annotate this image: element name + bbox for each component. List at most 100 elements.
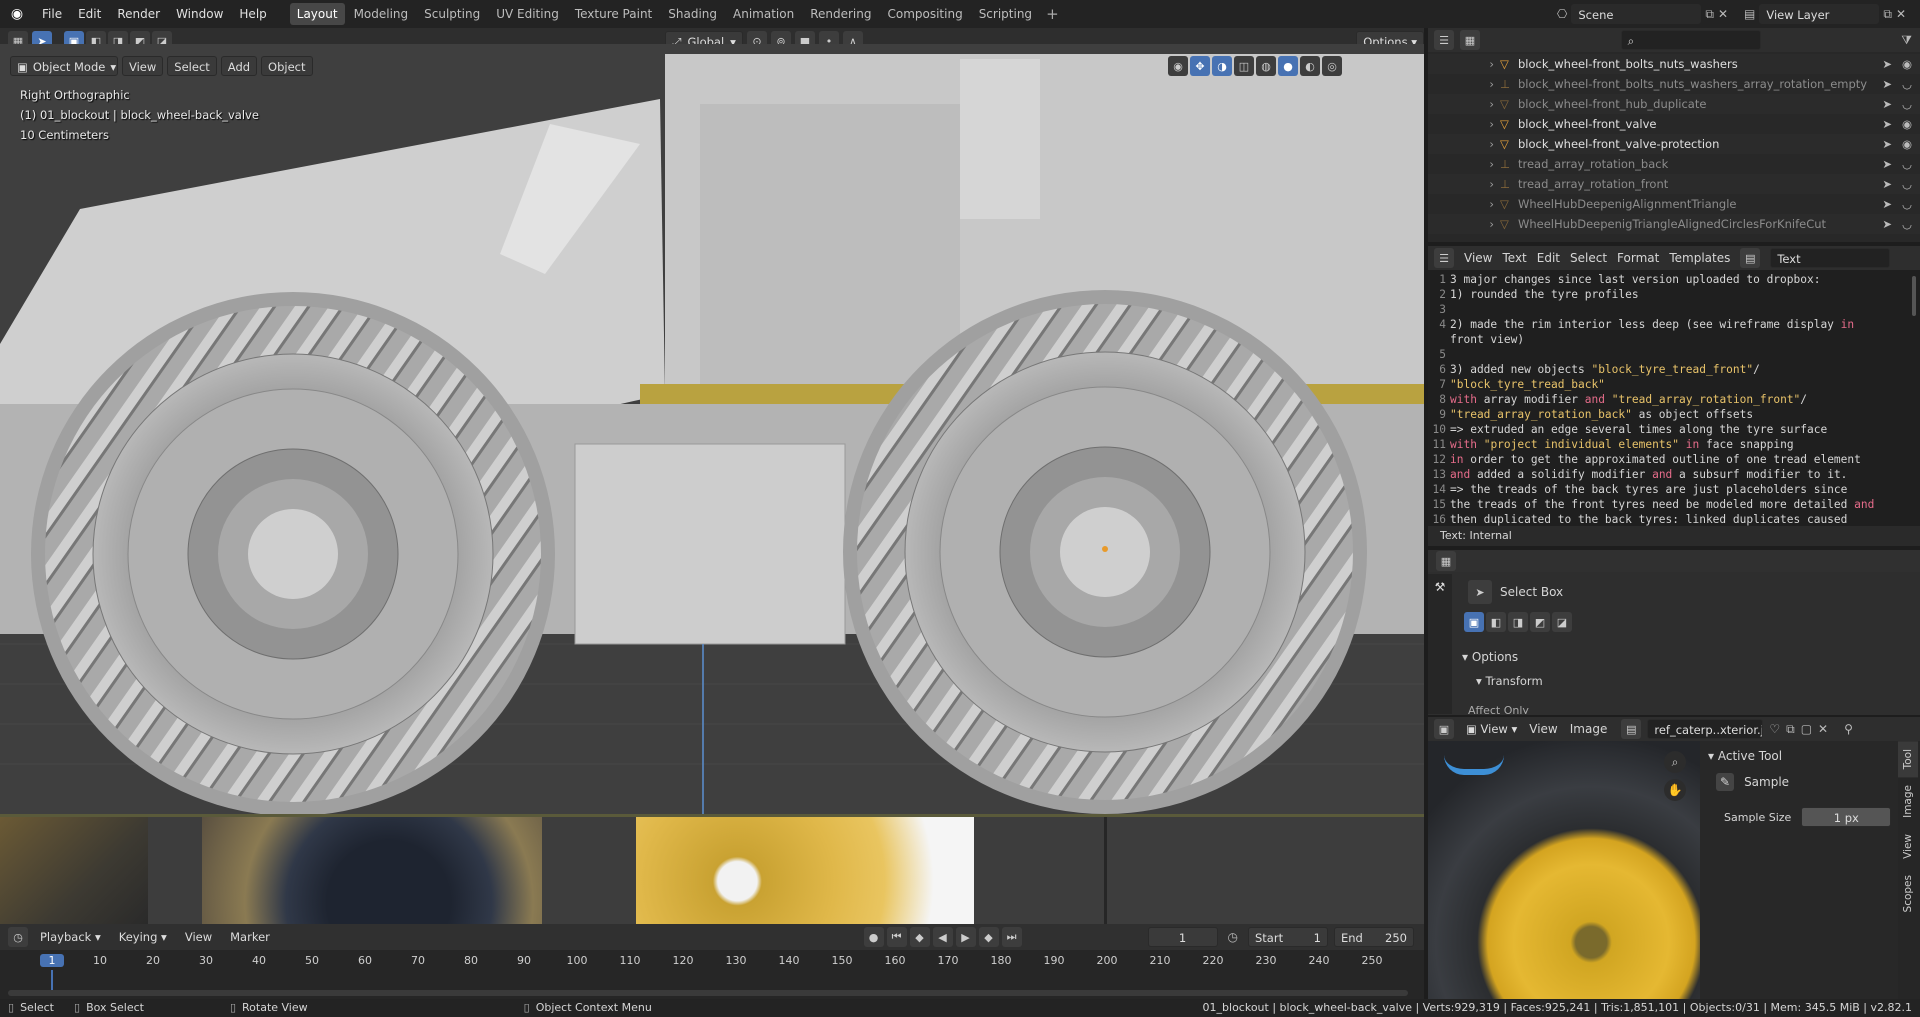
play-reverse-icon[interactable]: ◀ (932, 927, 953, 947)
outliner-item[interactable]: › ▽ block_wheel-front_bolts_nuts_washers ➤ ◉ (1428, 54, 1920, 74)
mode-new-icon[interactable]: ▣ (1464, 612, 1484, 632)
new-view-layer-icon[interactable]: ⧉ (1883, 7, 1892, 22)
wireframe-shading-icon[interactable]: ◍ (1256, 56, 1276, 76)
start-frame-field[interactable]: Start 1 (1248, 927, 1328, 947)
selectable-arrow-icon[interactable]: ➤ (1882, 117, 1892, 131)
xray-icon[interactable]: ◫ (1234, 56, 1254, 76)
unlink-image-icon[interactable]: ✕ (1818, 722, 1828, 736)
new-image-icon[interactable]: ⧉ (1786, 722, 1795, 737)
open-image-icon[interactable]: ▢ (1801, 722, 1812, 736)
eye-icon[interactable]: ◉ (1902, 137, 1912, 151)
keying-menu[interactable]: Keying ▾ (113, 927, 173, 947)
side-tab-view[interactable]: View (1898, 826, 1918, 867)
end-frame-field[interactable]: End 250 (1334, 927, 1414, 947)
image-editor-icon[interactable]: ▣ (1434, 719, 1454, 739)
blender-logo-icon[interactable]: ◉ (0, 6, 34, 22)
hidden-eye-icon[interactable]: ◡ (1902, 157, 1912, 171)
text-name-field[interactable]: Text (1770, 248, 1891, 268)
sample-size-field[interactable]: 1 px (1801, 807, 1892, 827)
selectable-arrow-icon[interactable]: ➤ (1882, 217, 1892, 231)
timeline-view-menu[interactable]: View (179, 927, 218, 947)
menu-window[interactable]: Window (168, 0, 231, 28)
hidden-eye-icon[interactable]: ◡ (1902, 97, 1912, 111)
pan-hand-icon[interactable]: ✋ (1664, 779, 1686, 801)
outliner-search-input[interactable]: ⌕ (1620, 30, 1761, 50)
record-icon[interactable]: ● (863, 927, 884, 947)
workspace-tab-uv-editing[interactable]: UV Editing (489, 3, 566, 25)
text-datablock-icon[interactable]: ▤ (1740, 248, 1761, 268)
new-scene-icon[interactable]: ⧉ (1705, 7, 1714, 22)
scene-name-field[interactable]: Scene (1571, 4, 1702, 24)
text-select-menu[interactable]: Select (1570, 251, 1607, 265)
mode-invert-icon[interactable]: ◩ (1530, 612, 1550, 632)
mode-dropdown[interactable]: ▣ Object Mode ▾ (10, 56, 118, 76)
outliner-item[interactable]: › ▽ WheelHubDeepenigAlignmentTriangle ➤ ◡ (1428, 194, 1920, 214)
eye-icon[interactable]: ◉ (1902, 117, 1912, 131)
expand-chevron-icon[interactable]: › (1428, 197, 1500, 211)
play-icon[interactable]: ▶ (955, 927, 976, 947)
workspace-tab-shading[interactable]: Shading (661, 3, 724, 25)
timeline-scrollbar[interactable] (8, 990, 1408, 996)
hidden-eye-icon[interactable]: ◡ (1902, 77, 1912, 91)
fake-user-icon[interactable]: ♡ (1769, 722, 1780, 736)
mode-intersect-icon[interactable]: ◪ (1552, 612, 1572, 632)
add-menu[interactable]: Add (220, 56, 258, 76)
zoom-icon[interactable]: ⌕ (1664, 751, 1686, 773)
marker-menu[interactable]: Marker (224, 927, 276, 947)
delete-scene-icon[interactable]: ✕ (1718, 7, 1728, 21)
text-templates-menu[interactable]: Templates (1669, 251, 1730, 265)
expand-chevron-icon[interactable]: › (1428, 137, 1500, 151)
options-section[interactable]: ▾ Options (1462, 650, 1518, 664)
image-image-menu[interactable]: Image (1570, 722, 1608, 736)
jump-keyframe-back-icon[interactable]: ◆ (909, 927, 930, 947)
outliner-item[interactable]: › ⊥ tread_array_rotation_front ➤ ◡ (1428, 174, 1920, 194)
display-mode-icon[interactable]: ▦ (1460, 30, 1480, 50)
back-wheel[interactable] (31, 292, 555, 816)
outliner-item[interactable]: › ▽ block_wheel-front_hub_duplicate ➤ ◡ (1428, 94, 1920, 114)
jump-end-icon[interactable]: ⏭ (1001, 927, 1022, 947)
expand-chevron-icon[interactable]: › (1428, 217, 1500, 231)
menu-help[interactable]: Help (231, 0, 274, 28)
solid-shading-icon[interactable]: ● (1278, 56, 1298, 76)
3d-viewport[interactable]: Right Orthographic (1) 01_blockout | blo… (0, 44, 1424, 817)
active-tool-title[interactable]: ▾ Active Tool (1700, 741, 1898, 763)
delete-view-layer-icon[interactable]: ✕ (1896, 7, 1906, 21)
tool-tab-icon[interactable]: ⚒ (1428, 580, 1452, 594)
select-menu[interactable]: Select (167, 56, 217, 76)
workspace-tab-compositing[interactable]: Compositing (880, 3, 969, 25)
workspace-tab-layout[interactable]: Layout (289, 3, 345, 25)
outliner-editor-icon[interactable]: ☰ (1434, 30, 1454, 50)
image-canvas[interactable] (1428, 741, 1700, 999)
jump-start-icon[interactable]: ⏮ (886, 927, 907, 947)
side-tab-image[interactable]: Image (1898, 777, 1918, 826)
selectable-arrow-icon[interactable]: ➤ (1882, 177, 1892, 191)
expand-chevron-icon[interactable]: › (1428, 177, 1500, 191)
text-body[interactable]: 1 3 major changes since last version uplo… (1428, 270, 1920, 526)
view-layer-selector[interactable]: ▤ View Layer ⧉ ✕ (1744, 4, 1906, 24)
rendered-shading-icon[interactable]: ◎ (1322, 56, 1342, 76)
add-workspace-button[interactable]: + (1040, 5, 1065, 23)
selectable-arrow-icon[interactable]: ➤ (1882, 77, 1892, 91)
text-edit-menu[interactable]: Edit (1537, 251, 1560, 265)
text-format-menu[interactable]: Format (1617, 251, 1659, 265)
viewport-scene[interactable] (0, 44, 1424, 817)
front-wheel[interactable] (843, 290, 1367, 814)
mode-subtract-icon[interactable]: ◨ (1508, 612, 1528, 632)
workspace-tab-texture-paint[interactable]: Texture Paint (568, 3, 659, 25)
scene-selector[interactable]: ⎔ Scene ⧉ ✕ (1557, 4, 1728, 24)
side-tab-scopes[interactable]: Scopes (1898, 867, 1918, 920)
expand-chevron-icon[interactable]: › (1428, 157, 1500, 171)
jump-keyframe-forward-icon[interactable]: ◆ (978, 927, 999, 947)
frame-ruler[interactable]: 1 10 20 30 40 50 60 70 80 90 100 110 120 130 140 150 160… (0, 950, 1424, 999)
text-text-menu[interactable]: Text (1502, 251, 1526, 265)
hidden-eye-icon[interactable]: ◡ (1902, 197, 1912, 211)
outliner-item[interactable]: › ▽ WheelHubDeepenigTriangleAlignedCircles… (1428, 214, 1920, 234)
selectable-arrow-icon[interactable]: ➤ (1882, 137, 1892, 151)
timeline-editor-icon[interactable]: ◷ (8, 927, 28, 947)
filter-icon[interactable]: ⧩ (1901, 33, 1912, 48)
gizmo-icon[interactable]: ✥ (1190, 56, 1210, 76)
workspace-tab-modeling[interactable]: Modeling (347, 3, 416, 25)
menu-file[interactable]: File (34, 0, 70, 28)
select-box-icon[interactable]: ➤ (1468, 580, 1492, 604)
view-menu[interactable]: View (122, 56, 164, 76)
